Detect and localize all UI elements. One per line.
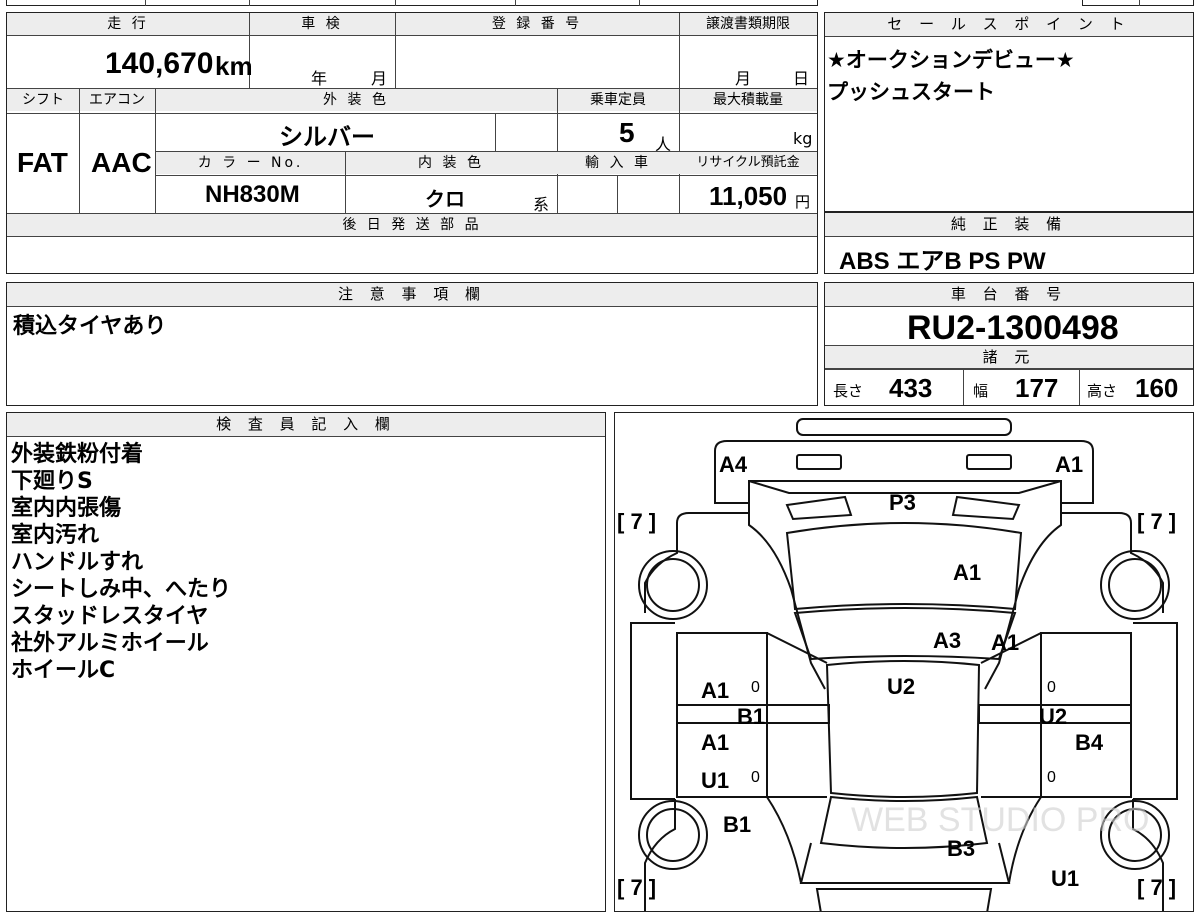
interior-color-value: クロ bbox=[425, 187, 465, 211]
shift-header: シフト bbox=[7, 89, 79, 111]
inspector-box: 検 査 員 記 入 欄 外装鉄粉付着 下廻りS 室内内張傷 室内汚れ ハンドルす… bbox=[6, 412, 606, 912]
note-item: 社外アルミホイール bbox=[11, 631, 209, 656]
damage-label-front-right: A1 bbox=[1055, 452, 1084, 477]
mileage-header: 走 行 bbox=[7, 13, 249, 35]
zero-mark-right-front: 0 bbox=[1047, 679, 1056, 696]
damage-label-left-rear-lower: U1 bbox=[701, 768, 730, 793]
damage-label-roof: U2 bbox=[887, 674, 916, 699]
tire-rear-right-grade: [ 7 ] bbox=[1137, 875, 1177, 900]
caution-box: 注 意 事 項 欄 積込タイヤあり bbox=[6, 282, 818, 406]
note-item: 室内汚れ bbox=[11, 523, 100, 548]
diagram-watermark: WEB STUDIO PRO bbox=[851, 801, 1149, 839]
damage-label-front-left: A4 bbox=[719, 452, 748, 477]
note-item: スタッドレスタイヤ bbox=[11, 604, 209, 629]
registration-header: 登 録 番 号 bbox=[395, 13, 679, 35]
sales-point-line-1: ★オークションデビュー★ bbox=[827, 48, 1075, 72]
aircon-value: AAC bbox=[91, 147, 152, 178]
mileage-value: 140,670 bbox=[105, 47, 214, 80]
caution-value: 積込タイヤあり bbox=[13, 314, 167, 339]
exterior-color-header: 外 装 色 bbox=[155, 89, 557, 111]
inspector-notes-list: 外装鉄粉付着 下廻りS 室内内張傷 室内汚れ ハンドルすれ シートしみ中、へたり… bbox=[11, 441, 231, 684]
capacity-header: 乗車定員 bbox=[557, 89, 679, 111]
vehicle-info-table: 走 行 車 検 登 録 番 号 譲渡書類期限 140,670 km 年 月 月 … bbox=[6, 12, 818, 274]
damage-label-left-rear-door: A1 bbox=[701, 730, 730, 755]
damage-label-windshield-area: P3 bbox=[889, 490, 916, 515]
recycle-value: 11,050 bbox=[709, 181, 788, 211]
inspection-header: 車 検 bbox=[249, 13, 395, 35]
tire-front-left-grade: [ 7 ] bbox=[617, 509, 657, 534]
zero-mark-left-rear: 0 bbox=[751, 769, 760, 786]
damage-label-right-rear-door: B4 bbox=[1075, 730, 1104, 755]
inspection-month-label: 月 bbox=[371, 69, 388, 88]
height-label: 高さ bbox=[1087, 382, 1118, 400]
deadline-day-label: 日 bbox=[793, 69, 810, 88]
damage-label-right-pillar: U2 bbox=[1039, 704, 1068, 729]
recycle-header: リサイクル預託金 bbox=[679, 152, 817, 174]
note-item: ホイールC bbox=[11, 658, 116, 683]
width-value: 177 bbox=[1015, 373, 1059, 403]
damage-diagram-box: WEB STUDIO PRO [ 7 ] [ 7 ] [ 7 ] [ 7 ] A… bbox=[614, 412, 1194, 912]
damage-label-rear-right: U1 bbox=[1051, 866, 1080, 891]
damage-label-hood: A1 bbox=[953, 560, 982, 585]
sales-points-header: セ ー ル ス ポ イ ン ト bbox=[825, 13, 1193, 37]
note-item: シートしみ中、へたり bbox=[11, 577, 232, 602]
equipment-box: 純 正 装 備 ABS エアB PS PW bbox=[824, 212, 1194, 275]
capacity-value: 5 bbox=[619, 117, 635, 148]
recycle-unit: 円 bbox=[795, 193, 811, 211]
damage-label-front-right-fender: A1 bbox=[991, 630, 1020, 655]
height-value: 160 bbox=[1135, 373, 1179, 403]
note-item: 室内内張傷 bbox=[11, 496, 122, 521]
car-outline-diagram: WEB STUDIO PRO bbox=[630, 418, 1178, 911]
damage-label-left-rear-quarter: B1 bbox=[723, 812, 752, 837]
damage-label-left-front-door: A1 bbox=[701, 678, 730, 703]
chassis-header: 車 台 番 号 bbox=[825, 283, 1193, 307]
chassis-number: RU2-1300498 bbox=[907, 309, 1119, 347]
color-no-header: カ ラ ー No. bbox=[156, 152, 345, 174]
tire-rear-left-grade: [ 7 ] bbox=[617, 875, 657, 900]
zero-mark-right-rear: 0 bbox=[1047, 769, 1056, 786]
transfer-deadline-header: 譲渡書類期限 bbox=[679, 13, 817, 35]
shift-value: FAT bbox=[17, 147, 68, 178]
damage-label-left-pillar: B1 bbox=[737, 704, 766, 729]
later-parts-header: 後 日 発 送 部 品 bbox=[7, 214, 817, 236]
color-no-value: NH830M bbox=[205, 181, 300, 208]
note-item: 外装鉄粉付着 bbox=[11, 442, 144, 467]
note-item: ハンドルすれ bbox=[11, 550, 144, 575]
equipment-value: ABS エアB PS PW bbox=[839, 248, 1046, 275]
equipment-header: 純 正 装 備 bbox=[825, 213, 1193, 237]
top-strip-right bbox=[1082, 0, 1194, 6]
chassis-box: 車 台 番 号 RU2-1300498 諸 元 長さ 433 幅 177 高さ … bbox=[824, 282, 1194, 406]
length-value: 433 bbox=[889, 373, 933, 403]
width-label: 幅 bbox=[973, 382, 989, 400]
length-label: 長さ bbox=[833, 382, 864, 400]
inspector-header: 検 査 員 記 入 欄 bbox=[7, 413, 605, 437]
damage-label-cowl: A3 bbox=[933, 628, 962, 653]
import-header: 輸 入 車 bbox=[557, 152, 679, 174]
aircon-header: エアコン bbox=[79, 89, 155, 111]
max-load-unit: kg bbox=[793, 129, 813, 148]
interior-color-suffix: 系 bbox=[533, 195, 550, 214]
exterior-color-value: シルバー bbox=[279, 123, 375, 151]
mileage-unit: km bbox=[215, 51, 253, 81]
sales-points-box: セ ー ル ス ポ イ ン ト ★オークションデビュー★ プッシュスタート bbox=[824, 12, 1194, 212]
deadline-month-label: 月 bbox=[735, 69, 752, 88]
damage-label-rear-hatch: B3 bbox=[947, 836, 976, 861]
zero-mark-left-front: 0 bbox=[751, 679, 760, 696]
top-strip bbox=[6, 0, 818, 6]
interior-color-header: 内 装 色 bbox=[345, 152, 557, 174]
specs-header: 諸 元 bbox=[825, 345, 1193, 369]
sales-point-line-2: プッシュスタート bbox=[827, 80, 995, 104]
note-item: 下廻りS bbox=[11, 469, 93, 494]
inspection-year-label: 年 bbox=[311, 69, 328, 88]
caution-header: 注 意 事 項 欄 bbox=[7, 283, 817, 307]
max-load-header: 最大積載量 bbox=[679, 89, 817, 111]
tire-front-right-grade: [ 7 ] bbox=[1137, 509, 1177, 534]
